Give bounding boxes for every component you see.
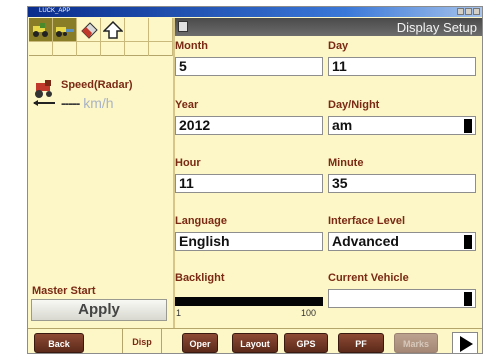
day-field[interactable]: 11	[328, 57, 476, 76]
pane-header: Display Setup	[175, 18, 482, 36]
minute-field[interactable]: 35	[328, 174, 476, 193]
interface-level-value: Advanced	[332, 233, 399, 249]
title-bar: LUCK_APP	[28, 7, 482, 17]
next-page-button[interactable]	[452, 332, 478, 353]
close-icon[interactable]	[473, 8, 480, 15]
app-window: LUCK_APP Speed(Radar) ----- km/h Master …	[27, 6, 483, 354]
interface-level-dropdown[interactable]: Advanced	[328, 232, 476, 251]
language-label: Language	[175, 215, 227, 227]
toolbar-slot[interactable]	[101, 42, 125, 56]
backlight-min: 1	[176, 308, 182, 318]
window-controls	[457, 8, 480, 15]
toolbar-slot[interactable]	[53, 42, 77, 56]
apply-button[interactable]: Apply	[31, 299, 167, 321]
toolbar-slot[interactable]	[125, 42, 149, 56]
tab-gps[interactable]: GPS	[284, 333, 328, 353]
window-title: LUCK_APP	[39, 8, 71, 14]
tab-pf[interactable]: PF	[338, 333, 384, 353]
bottom-tab-bar: Back Disp Oper Layout GPS PF Marks	[28, 328, 482, 353]
day-night-dropdown[interactable]: am	[328, 116, 476, 135]
minute-label: Minute	[328, 157, 364, 169]
tab-marks: Marks	[394, 333, 438, 353]
toolbar-slot-row	[29, 42, 173, 56]
current-vehicle-dropdown[interactable]	[328, 289, 476, 308]
day-night-label: Day/Night	[328, 99, 380, 111]
minimize-icon[interactable]	[457, 8, 464, 15]
language-field[interactable]: English	[175, 232, 323, 251]
toolbar-slot[interactable]	[29, 42, 53, 56]
hour-field[interactable]: 11	[175, 174, 323, 193]
speed-value: -----	[61, 95, 80, 111]
backlight-label: Backlight	[175, 272, 225, 284]
tab-layout[interactable]: Layout	[232, 333, 278, 353]
toolbar-slot-empty-2[interactable]	[149, 18, 173, 42]
interface-level-label: Interface Level	[328, 215, 406, 227]
master-start-label: Master Start	[32, 285, 96, 297]
dropdown-arrow-icon[interactable]	[464, 235, 472, 249]
tractor-icon[interactable]	[29, 18, 53, 42]
toolbar-slot[interactable]	[77, 42, 101, 56]
dropdown-arrow-icon[interactable]	[464, 119, 472, 133]
dropdown-arrow-icon[interactable]	[464, 292, 472, 306]
speed-value-line: ----- km/h	[61, 95, 114, 111]
backlight-slider[interactable]	[175, 297, 323, 306]
backlight-max: 100	[301, 308, 317, 318]
tab-back[interactable]: Back	[34, 333, 84, 353]
speed-readout: Speed(Radar) ----- km/h	[31, 77, 171, 117]
toolbar-slot[interactable]	[149, 42, 173, 56]
next-arrow-icon	[460, 336, 473, 352]
page-title: Display Setup	[396, 20, 477, 35]
year-field[interactable]: 2012	[175, 116, 323, 135]
tab-oper[interactable]: Oper	[182, 333, 218, 353]
speed-unit: km/h	[83, 95, 114, 111]
day-night-value: am	[332, 117, 353, 133]
toolbar-slot-empty-1[interactable]	[125, 18, 149, 42]
tractor-implement-icon[interactable]	[53, 18, 77, 42]
day-label: Day	[328, 40, 349, 52]
month-label: Month	[175, 40, 208, 52]
current-vehicle-label: Current Vehicle	[328, 272, 409, 284]
month-field[interactable]: 5	[175, 57, 323, 76]
maximize-icon[interactable]	[465, 8, 472, 15]
icon-toolbar	[29, 18, 173, 56]
year-label: Year	[175, 99, 199, 111]
pane-menu-icon[interactable]	[178, 21, 188, 32]
hour-label: Hour	[175, 157, 201, 169]
home-arrow-icon[interactable]	[101, 18, 125, 42]
eraser-icon[interactable]	[77, 18, 101, 42]
speed-label: Speed(Radar)	[61, 79, 133, 91]
speed-radar-icon	[33, 80, 55, 106]
tab-disp[interactable]: Disp	[122, 329, 162, 353]
